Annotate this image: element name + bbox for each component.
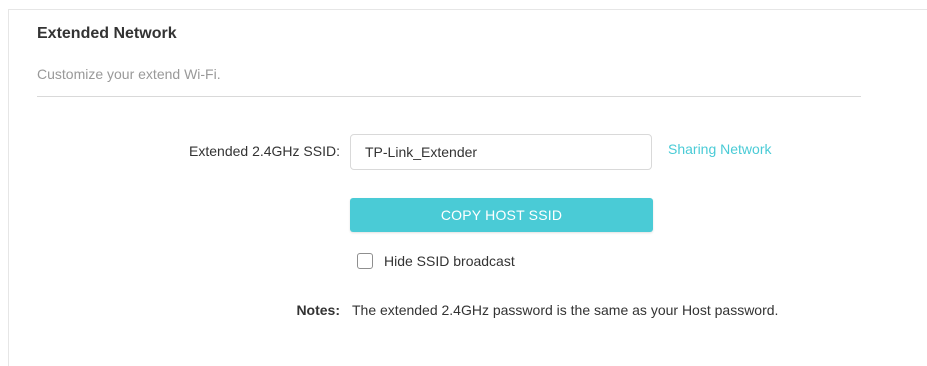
sharing-network-link[interactable]: Sharing Network <box>668 141 772 157</box>
extended-network-panel: Extended Network Customize your extend W… <box>0 0 927 366</box>
notes-label: Notes: <box>296 302 340 318</box>
panel-top-border <box>8 9 927 10</box>
copy-host-ssid-button[interactable]: COPY HOST SSID <box>350 198 653 232</box>
panel-left-border <box>8 9 9 366</box>
hide-ssid-option[interactable]: Hide SSID broadcast <box>357 253 515 269</box>
section-divider <box>37 96 861 97</box>
ssid-label: Extended 2.4GHz SSID: <box>189 143 340 159</box>
section-title: Extended Network <box>37 25 177 42</box>
hide-ssid-checkbox[interactable] <box>357 253 373 269</box>
notes-text: The extended 2.4GHz password is the same… <box>352 302 779 318</box>
section-subtitle: Customize your extend Wi-Fi. <box>37 66 221 82</box>
ssid-input[interactable] <box>350 134 652 170</box>
hide-ssid-label: Hide SSID broadcast <box>384 253 515 269</box>
